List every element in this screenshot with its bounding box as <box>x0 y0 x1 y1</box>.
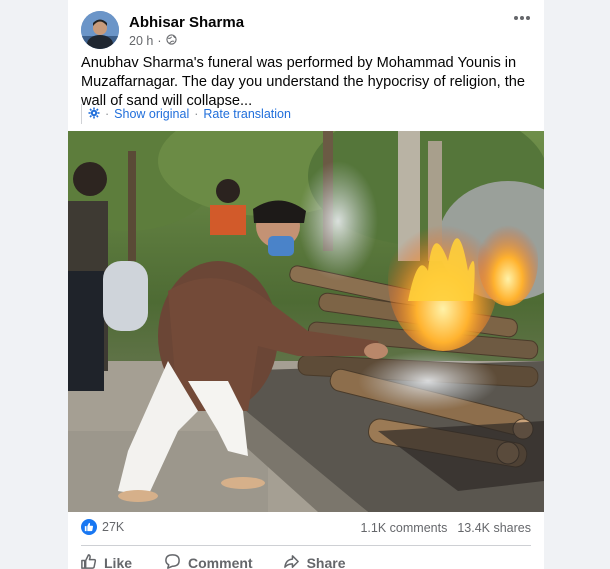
share-button[interactable]: Share <box>283 548 346 569</box>
reaction-count: 27K <box>102 520 125 534</box>
comment-button[interactable]: Comment <box>164 548 253 569</box>
share-icon <box>283 553 300 569</box>
thumbs-up-icon <box>80 553 97 569</box>
rate-translation-link[interactable]: Rate translation <box>203 107 291 121</box>
shares-count[interactable]: 13.4K shares <box>457 521 531 535</box>
like-label: Like <box>104 555 133 569</box>
more-options-button[interactable] <box>508 8 536 28</box>
show-original-link[interactable]: Show original <box>114 107 189 121</box>
post-photo[interactable] <box>68 131 544 512</box>
like-button[interactable]: Like <box>80 548 132 569</box>
author-name[interactable]: Abhisar Sharma <box>129 14 244 31</box>
post-text: Anubhav Sharma's funeral was performed b… <box>81 55 526 109</box>
post-header: Abhisar Sharma 20 h · <box>68 0 544 56</box>
translation-separator: · <box>105 107 110 121</box>
comment-icon <box>164 553 181 569</box>
comments-count[interactable]: 1.1K comments <box>360 521 447 535</box>
comment-label: Comment <box>188 555 253 569</box>
meta-separator: · <box>157 34 162 48</box>
more-dot-icon <box>526 16 530 20</box>
post-card: Abhisar Sharma 20 h · Anubhav Sharma's f… <box>68 0 544 569</box>
gear-icon[interactable] <box>88 107 100 122</box>
divider <box>81 545 531 546</box>
share-label: Share <box>306 555 346 569</box>
more-dot-icon <box>514 16 518 20</box>
globe-icon <box>165 34 177 48</box>
translation-separator: · <box>194 107 199 121</box>
more-dot-icon <box>520 16 524 20</box>
avatar[interactable] <box>81 11 119 49</box>
engagement-counts: 1.1K comments 13.4K shares <box>360 521 531 535</box>
like-reaction-icon <box>81 519 97 535</box>
post-time[interactable]: 20 h <box>129 34 153 48</box>
post-meta: 20 h · <box>129 34 177 48</box>
action-bar: Like Comment Share <box>68 548 544 569</box>
translation-bar: · Show original · Rate translation <box>81 104 291 124</box>
reaction-summary[interactable]: 27K <box>81 519 124 535</box>
